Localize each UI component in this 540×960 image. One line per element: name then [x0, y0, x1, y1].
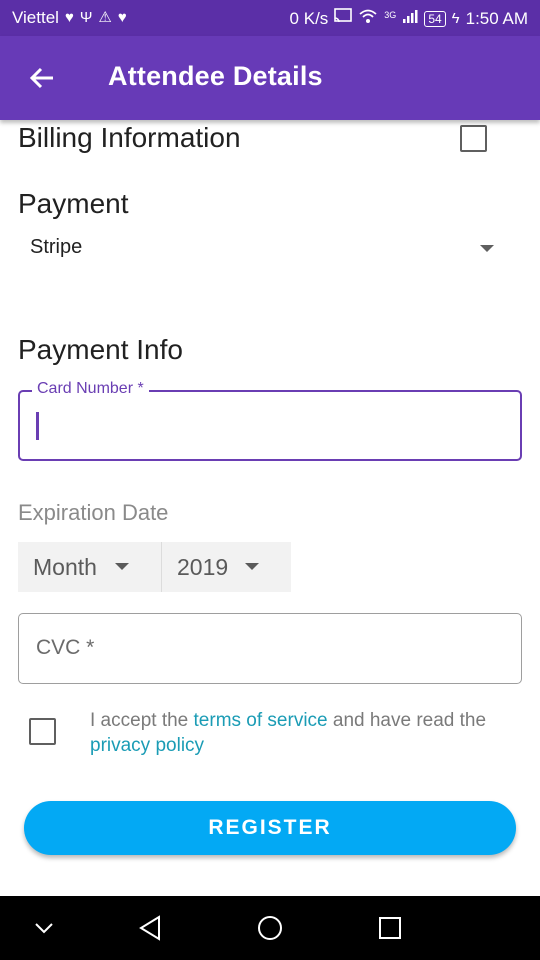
privacy-policy-link[interactable]: privacy policy	[90, 735, 204, 756]
terms-text-part: I accept the	[90, 710, 194, 731]
usb-icon: Ψ	[79, 9, 93, 26]
chevron-down-icon	[35, 923, 53, 934]
signal-icon	[402, 8, 418, 29]
cast-icon	[334, 8, 353, 29]
payment-title: Payment	[18, 188, 129, 219]
expiration-month-value: Month	[33, 554, 97, 580]
register-button[interactable]: REGISTER	[24, 801, 516, 855]
chevron-down-icon	[480, 245, 494, 252]
page-title: Attendee Details	[108, 61, 323, 91]
status-bar-right: 0 K/s 3G 54 ϟ 1:50 AM	[290, 8, 528, 29]
clock: 1:50 AM	[465, 8, 528, 28]
heart-icon: ♥	[64, 9, 74, 26]
notification-icon: ♥	[117, 9, 127, 26]
terms-of-service-link[interactable]: terms of service	[194, 710, 328, 731]
chevron-down-icon	[115, 563, 129, 570]
battery-indicator: 54	[424, 10, 446, 27]
cvc-field[interactable]: CVC *	[18, 613, 522, 684]
warning-icon: ⚠	[98, 9, 112, 26]
status-bar-left: Viettel ♥ Ψ ⚠ ♥	[12, 8, 127, 28]
payment-method-value: Stripe	[30, 236, 83, 258]
cvc-label: CVC *	[36, 636, 95, 659]
payment-info-title: Payment Info	[18, 334, 183, 365]
terms-text-part: and have read the	[327, 710, 487, 731]
terms-text: I accept the terms of service and have r…	[90, 708, 510, 758]
expiration-month-dropdown[interactable]: Month	[18, 542, 162, 592]
back-triangle-icon	[139, 915, 160, 941]
network-speed: 0 K/s	[289, 8, 329, 28]
back-button[interactable]	[22, 58, 62, 98]
recents-square-icon	[379, 917, 401, 939]
network-type: 3G	[384, 10, 397, 20]
home-circle-icon	[258, 916, 282, 940]
app-bar: Attendee Details	[0, 36, 540, 120]
charging-icon: ϟ	[451, 9, 460, 27]
navigation-bar	[0, 896, 540, 960]
card-number-label: Card Number *	[32, 380, 149, 398]
chevron-down-icon	[245, 563, 259, 570]
register-button-label: REGISTER	[208, 816, 332, 839]
arrow-back-icon	[29, 67, 53, 89]
expiration-label: Expiration Date	[18, 500, 169, 525]
card-number-field[interactable]: Card Number *	[18, 380, 522, 461]
nav-home-button[interactable]	[254, 912, 286, 944]
carrier-name: Viettel	[12, 8, 59, 27]
billing-title: Billing Information	[18, 122, 241, 153]
billing-checkbox[interactable]	[460, 125, 487, 152]
expiration-year-value: 2019	[177, 554, 229, 580]
wifi-icon	[358, 8, 378, 29]
payment-method-dropdown[interactable]: Stripe	[18, 230, 508, 270]
terms-checkbox[interactable]	[29, 718, 56, 745]
expiration-year-dropdown[interactable]: 2019	[162, 542, 291, 592]
nav-hide-button[interactable]	[28, 912, 60, 944]
text-cursor	[36, 412, 39, 440]
status-bar: Viettel ♥ Ψ ⚠ ♥ 0 K/s 3G 54 ϟ 1:50 AM	[0, 0, 540, 36]
nav-recents-button[interactable]	[374, 912, 406, 944]
nav-back-button[interactable]	[134, 912, 166, 944]
